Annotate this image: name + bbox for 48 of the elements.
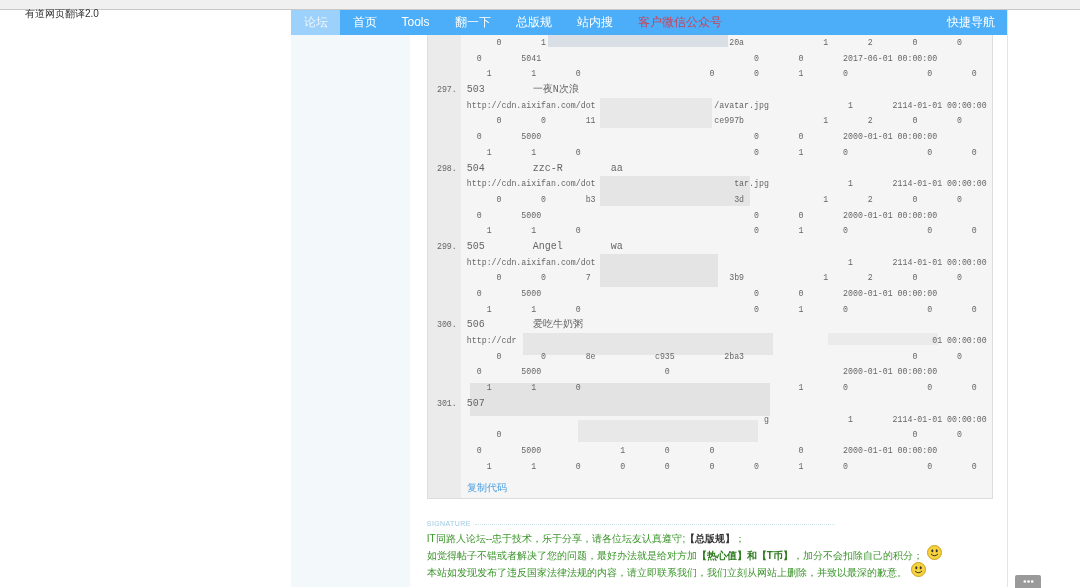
code-line: 1 1 0 1 0 0 0 [485,382,977,395]
code-line: 0 5041 0 0 2017-06-01 00:00:00 [475,52,938,65]
line-number: 301. [435,397,458,410]
code-line: 0 5000 0 0 2000-01-01 00:00:00 [475,209,938,222]
code-line: 1 1 0 0 0 1 0 0 0 [485,68,977,81]
code-line: 503 一夜N次浪 [466,82,579,98]
code-line: 0 0 b3 3d 1 2 0 0 [495,193,962,206]
code-line: 0 5000 1 0 0 0 2000-01-01 00:00:00 [475,444,938,457]
chat-button[interactable] [1015,575,1041,588]
code-line: 0 5000 0 0 2000-01-01 00:00:00 [475,288,938,300]
code-line: 0 5000 0 2000-01-01 00:00:00 [475,366,938,379]
signature-text: 本站如发现发布了违反国家法律法规的内容，请立即联系我们，我们立刻从网站上删除，并致以最深的歉意。 [426,565,907,580]
code-line: g 1 2114-01-01 00:00:00 [762,413,987,426]
code-line: 1 1 0 0 0 0 0 1 0 0 0 [485,460,977,473]
nav-tab[interactable]: 总版规 [503,10,564,35]
code-line: 1 1 0 0 1 0 0 0 [485,146,977,159]
code-line: http://cdr 01 00:00:00 [466,335,987,348]
ellipsis-icon [1022,580,1034,583]
nav-tab[interactable]: 客户微信公众号 [625,10,734,35]
code-line: 0 0 0 [495,429,962,442]
code-line: http://cdn.aixifan.com/dot tar.jpg 1 2114-01-01 00:00:00 [466,178,987,191]
nav-tab[interactable]: 首页 [340,10,389,35]
signature-text: IT同路人论坛--忠于技术，乐于分享，请各位坛友认真遵守;【总版规】； [426,531,746,546]
code-line: 506 爱吃牛奶粥 [466,318,583,333]
line-number: 297. [435,84,458,97]
nav-tab[interactable]: 站内搜 [564,10,625,35]
quick-nav-link[interactable]: 快捷导航 [934,10,1007,35]
nav-tab[interactable]: 翻一下 [442,10,503,35]
code-line: http://cdn.aixifan.com/dot /avatar.jpg 1 2114-01-01 00:00:00 [466,99,987,112]
line-number: 300. [435,319,458,332]
code-line: 0 0 11 ce997b 1 2 0 0 [495,115,962,128]
code-line: 0 0 7 3b9 1 2 0 0 [495,272,962,285]
line-number: 298. [435,162,458,175]
code-line: http://cdn.aixifan.com/dot 1 2114-01-01 00:00:00 [466,256,987,269]
nav-tab[interactable]: 论坛 [291,10,340,35]
code-line: 0 0 8e c935 2ba3 0 0 [495,350,962,363]
code-line: 505 Angel wa [466,239,623,254]
signature-text: 如觉得帖子不错或者解决了您的问题，最好办法就是给对方加【热心值】和【T币】，加分不会扣除自己的积分； [426,548,923,563]
nav-tab[interactable]: Tools [389,10,442,35]
code-line: 1 1 0 0 1 0 0 0 [485,303,977,316]
code-line: 0 1 20a 1 2 0 0 [495,37,962,49]
browser-title: 有道网页翻译2.0 [25,9,99,19]
code-line: 0 5000 0 0 2000-01-01 00:00:00 [475,131,938,144]
code-line: 507 [466,396,485,411]
copy-code-link[interactable]: 复制代码 [466,481,507,496]
line-number: 299. [435,240,458,253]
code-line: 504 zzc-R aa [466,161,623,176]
code-line: 1 1 0 0 1 0 0 0 [485,225,977,238]
